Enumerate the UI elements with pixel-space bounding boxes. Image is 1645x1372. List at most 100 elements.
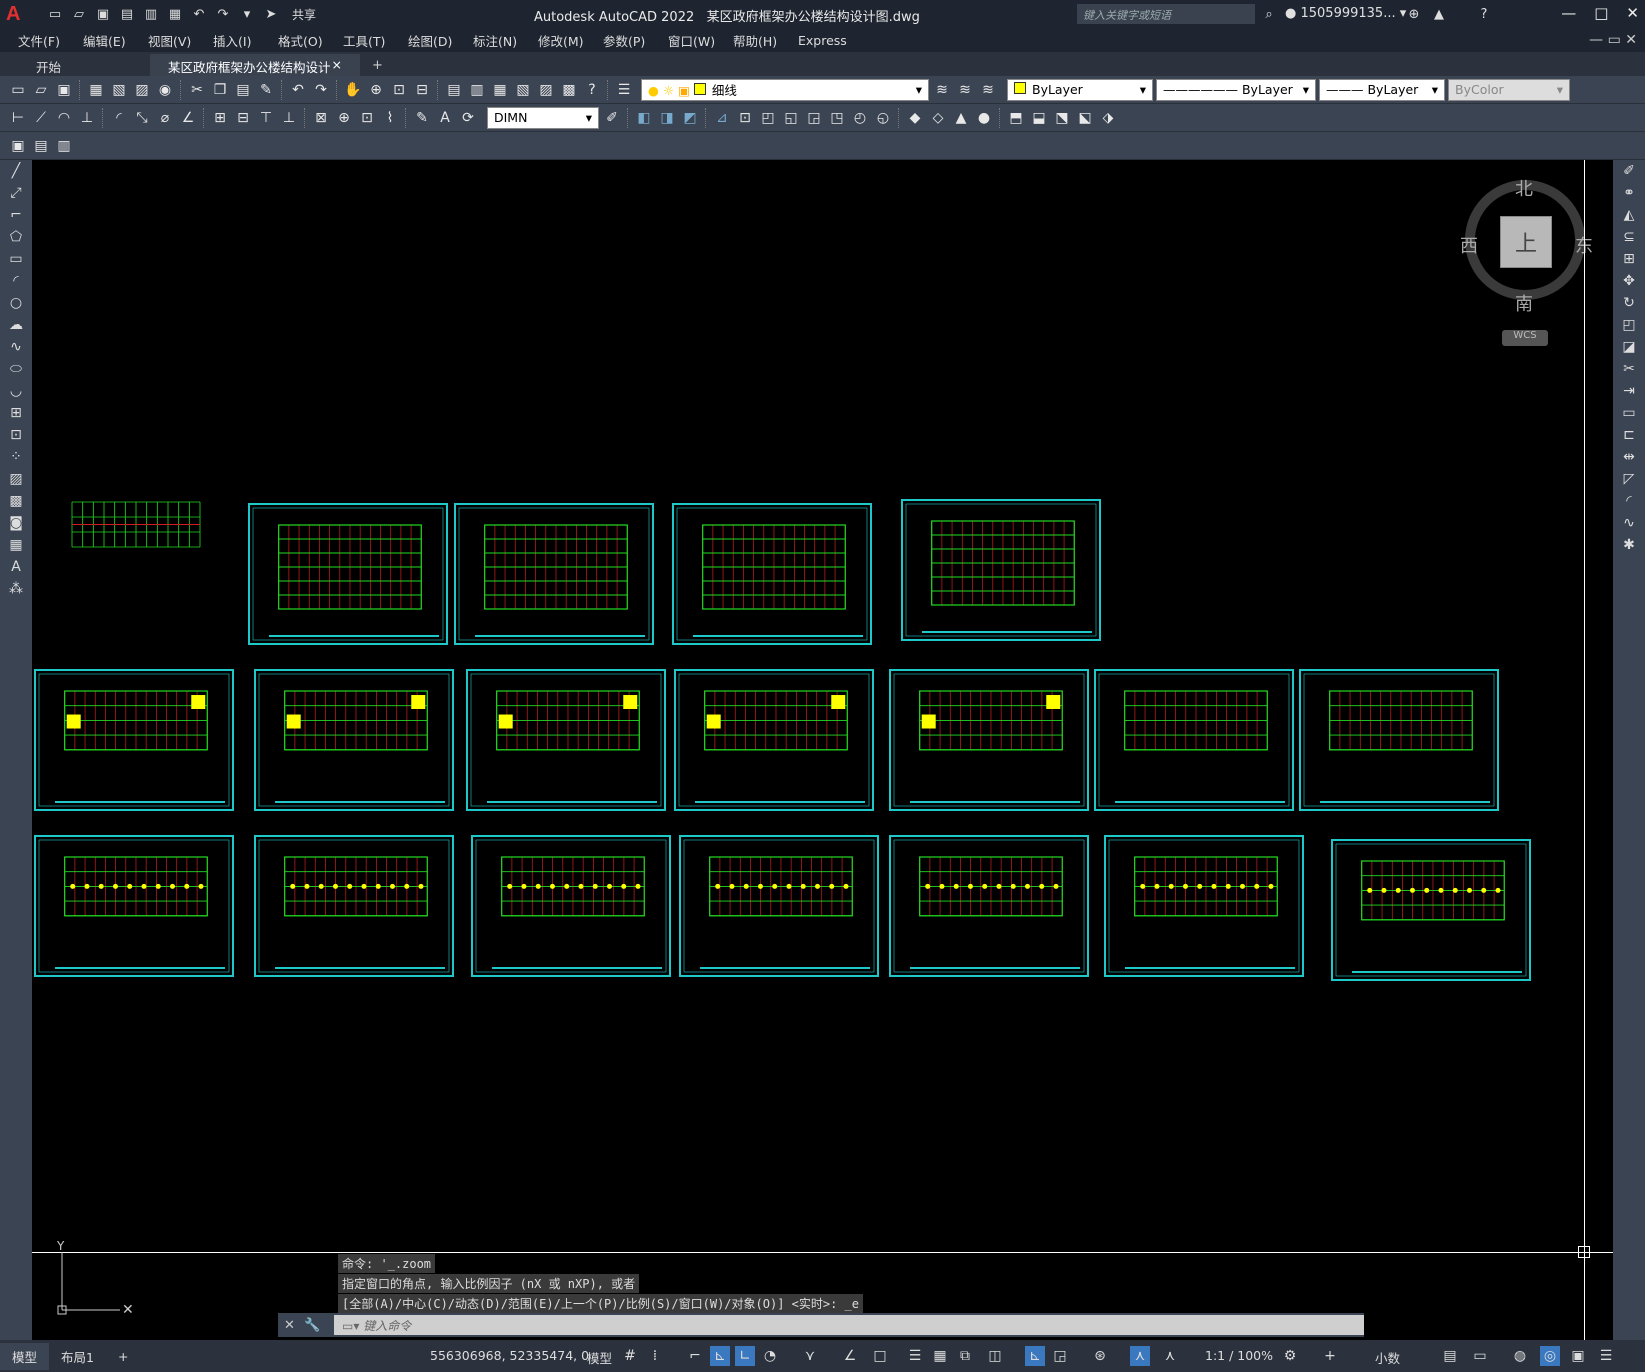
help-icon[interactable]: ? (1475, 5, 1493, 23)
viewcube-west[interactable]: 西 (1460, 232, 1478, 258)
clean-screen-icon[interactable]: ▣ (1568, 1346, 1588, 1366)
trim-icon[interactable]: ✂ (1613, 358, 1645, 380)
hatch-icon[interactable]: ▨ (0, 468, 32, 490)
new-icon[interactable]: ▭ (8, 80, 28, 100)
construction-line-icon[interactable]: ⤢ (0, 182, 32, 204)
close-command-icon[interactable]: ✕ (284, 1318, 295, 1333)
chamfer-icon[interactable]: ◸ (1613, 468, 1645, 490)
add-selected-icon[interactable]: ⁂ (0, 578, 32, 600)
close-icon[interactable]: ✕ (1626, 4, 1639, 22)
view-back-icon[interactable]: ◨ (657, 108, 677, 128)
cut-icon[interactable]: ✂ (187, 80, 207, 100)
paste-icon[interactable]: ▤ (233, 80, 253, 100)
break-icon[interactable]: ⊏ (1613, 424, 1645, 446)
zoom-window-icon[interactable]: ⊡ (389, 80, 409, 100)
polyline-icon[interactable]: ⌐ (0, 204, 32, 226)
markup-icon[interactable]: ▨ (536, 80, 556, 100)
viewcube-top-face[interactable]: 上 (1500, 216, 1552, 268)
revolve-icon[interactable]: ⬓ (1029, 108, 1049, 128)
menu-format[interactable]: 格式(O) (278, 31, 343, 50)
move-icon[interactable]: ✥ (1613, 270, 1645, 292)
dimension-text-edit-icon[interactable]: A (435, 108, 455, 128)
lock-ui-icon[interactable]: ▭ (1470, 1346, 1490, 1366)
arc-icon[interactable]: ◜ (0, 270, 32, 292)
annotation-visibility-icon[interactable]: ⋏ (1130, 1346, 1150, 1366)
ordinate-icon[interactable]: ⊥ (77, 108, 97, 128)
object-snap-icon[interactable]: □ (870, 1346, 890, 1366)
linetype-dropdown[interactable]: —————— ByLayer ▾ (1156, 78, 1316, 101)
wcs-menu[interactable]: WCS (1502, 330, 1548, 346)
autodesk-a360-icon[interactable]: ▲ (1430, 5, 1448, 23)
doc-window-controls[interactable]: — ▭ ✕ (1589, 32, 1637, 48)
spline-icon[interactable]: ∿ (0, 336, 32, 358)
ucs-3point-icon[interactable]: ◵ (873, 108, 893, 128)
new-icon[interactable]: ▭ (46, 5, 64, 23)
save-icon[interactable]: ▣ (94, 5, 112, 23)
calculator-icon[interactable]: ▩ (559, 80, 579, 100)
jogged-icon[interactable]: ⤡ (132, 108, 152, 128)
transparency-icon[interactable]: ▦ (930, 1346, 950, 1366)
menu-window[interactable]: 窗口(W) (668, 31, 733, 50)
add-layout-button[interactable]: + (106, 1345, 140, 1368)
solid-cone-icon[interactable]: ▲ (951, 108, 971, 128)
revision-cloud-icon[interactable]: ☁ (0, 314, 32, 336)
quick-properties-icon[interactable]: ▤ (1440, 1346, 1460, 1366)
tab-model[interactable]: 模型 (0, 1342, 50, 1370)
publish-web-icon[interactable]: ▣ (8, 136, 28, 156)
loft-icon[interactable]: ⬕ (1075, 108, 1095, 128)
gradient-icon[interactable]: ▩ (0, 490, 32, 512)
customize-icon[interactable]: ▾ (238, 5, 256, 23)
ucs-z-icon[interactable]: ◱ (781, 108, 801, 128)
aligned-dimension-icon[interactable]: ⟋ (31, 108, 51, 128)
ucs-world-icon[interactable]: ⊡ (735, 108, 755, 128)
region-icon[interactable]: ◙ (0, 512, 32, 534)
annotation-scale[interactable]: 1:1 / 100% (1205, 1348, 1273, 1363)
tolerance-icon[interactable]: ⊠ (311, 108, 331, 128)
solid-sphere-icon[interactable]: ● (974, 108, 994, 128)
ucs-face-icon[interactable]: ◴ (850, 108, 870, 128)
plot-icon[interactable]: ▦ (86, 80, 106, 100)
sweep-icon[interactable]: ⬔ (1052, 108, 1072, 128)
units-display[interactable]: 小数 (1375, 1348, 1400, 1367)
dimension-space-icon[interactable]: ⊥ (279, 108, 299, 128)
rectangle-icon[interactable]: ▭ (0, 248, 32, 270)
model-space-toggle[interactable]: 模型 (587, 1348, 612, 1367)
save-as-icon[interactable]: ▤ (118, 5, 136, 23)
tool-palettes-icon[interactable]: ▦ (490, 80, 510, 100)
table-icon[interactable]: ▦ (0, 534, 32, 556)
open-icon[interactable]: ▱ (70, 5, 88, 23)
publish-icon[interactable]: ▨ (132, 80, 152, 100)
viewcube-north[interactable]: 北 (1515, 175, 1533, 201)
solid-box-icon[interactable]: ◆ (905, 108, 925, 128)
dynamic-input-icon[interactable]: ⊾ (710, 1346, 730, 1366)
gizmo-icon[interactable]: ⊛ (1090, 1346, 1110, 1366)
workspace-gear-icon[interactable]: ⚙ (1280, 1346, 1300, 1366)
rotate-icon[interactable]: ↻ (1613, 292, 1645, 314)
tab-close-icon[interactable]: × (332, 57, 342, 73)
menu-parametric[interactable]: 参数(P) (603, 31, 668, 50)
menu-tools[interactable]: 工具(T) (343, 31, 408, 50)
infer-constraints-icon[interactable]: ⌐ (685, 1346, 705, 1366)
mirror-icon[interactable]: ◭ (1613, 204, 1645, 226)
join-icon[interactable]: ⇹ (1613, 446, 1645, 468)
customize-command-icon[interactable]: 🔧 (304, 1318, 320, 1333)
dimension-edit-icon[interactable]: ✎ (412, 108, 432, 128)
plotstyle-dropdown[interactable]: ByColor ▾ (1448, 78, 1570, 101)
sheet-set-icon[interactable]: ▧ (513, 80, 533, 100)
selection-cycling-icon[interactable]: ⧉ (955, 1346, 975, 1366)
ucs-icon[interactable]: ⊿ (712, 108, 732, 128)
match-properties-icon[interactable]: ✎ (256, 80, 276, 100)
tab-layout1[interactable]: 布局1 (49, 1343, 106, 1370)
erase-icon[interactable]: ✐ (1613, 160, 1645, 182)
dimension-update-icon[interactable]: ⟳ (458, 108, 478, 128)
menu-insert[interactable]: 插入(I) (213, 31, 278, 50)
layer-states-icon[interactable]: ≋ (978, 80, 998, 100)
zoom-realtime-icon[interactable]: ⊕ (366, 80, 386, 100)
tab-start[interactable]: 开始 (0, 54, 150, 76)
view-front-icon[interactable]: ◧ (634, 108, 654, 128)
baseline-icon[interactable]: ⊟ (233, 108, 253, 128)
ellipse-arc-icon[interactable]: ◡ (0, 380, 32, 402)
minimize-icon[interactable]: — (1561, 4, 1576, 22)
hardware-acceleration-icon[interactable]: ◎ (1540, 1346, 1560, 1366)
dimstyle-dropdown[interactable]: DIMN ▾ (487, 106, 599, 129)
